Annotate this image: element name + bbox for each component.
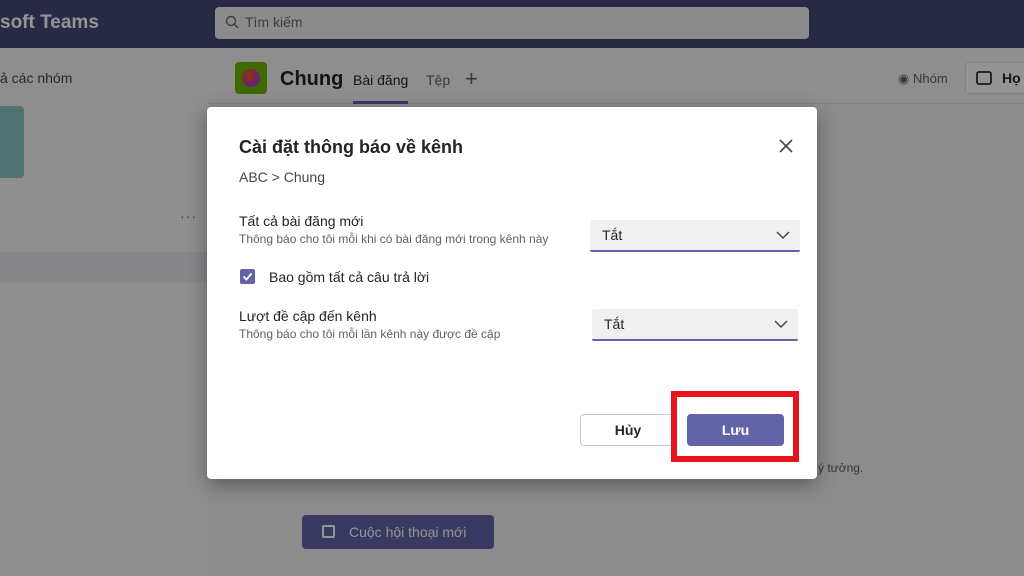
channel-mentions-dropdown[interactable]: Tắt xyxy=(592,309,798,341)
channel-mentions-value: Tắt xyxy=(604,316,625,332)
all-posts-value: Tắt xyxy=(602,227,623,243)
dialog-title: Cài đặt thông báo về kênh xyxy=(239,137,464,157)
checkmark-icon xyxy=(242,272,253,281)
cancel-button[interactable]: Hủy xyxy=(580,414,676,446)
chevron-down-icon xyxy=(776,231,790,240)
channel-mentions-label: Lượt đề cập đến kênh xyxy=(239,308,377,324)
channel-mentions-description: Thông báo cho tôi mỗi lần kênh này được … xyxy=(239,327,501,341)
include-replies-label[interactable]: Bao gồm tất cả câu trả lời xyxy=(269,269,429,285)
close-icon[interactable] xyxy=(775,135,797,157)
chevron-down-icon xyxy=(774,320,788,329)
breadcrumb: ABC > Chung xyxy=(239,169,325,185)
all-posts-description: Thông báo cho tôi mỗi khi có bài đăng mớ… xyxy=(239,232,549,246)
save-button[interactable]: Lưu xyxy=(687,414,784,446)
all-posts-label: Tất cả bài đăng mới xyxy=(239,213,364,229)
all-posts-dropdown[interactable]: Tắt xyxy=(590,220,800,252)
include-replies-checkbox[interactable] xyxy=(240,269,255,284)
